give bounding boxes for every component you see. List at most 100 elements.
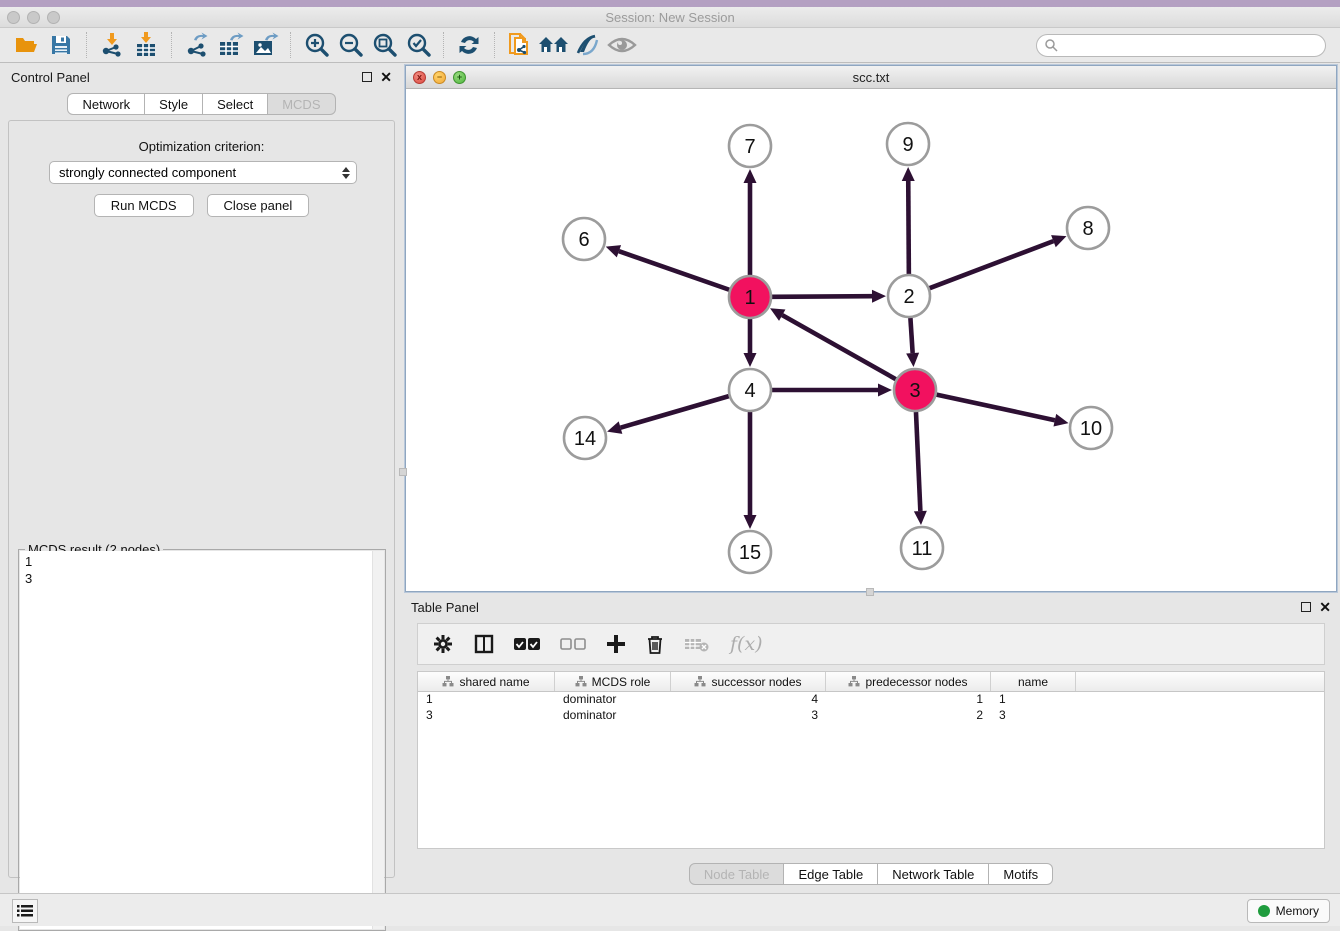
column-type-icon (848, 676, 860, 687)
tab-motifs[interactable]: Motifs (989, 863, 1053, 885)
float-table-panel-icon[interactable] (1301, 602, 1311, 612)
arrowhead-1-4 (744, 353, 757, 367)
network-window-titlebar[interactable]: x − + scc.txt (406, 66, 1336, 89)
export-table-icon[interactable] (214, 30, 248, 60)
cell-MCDS-role[interactable]: dominator (555, 692, 671, 708)
network-canvas[interactable]: 7968124314101511 (406, 89, 1336, 591)
memory-label: Memory (1276, 904, 1319, 918)
cell-name[interactable]: 3 (991, 708, 1076, 724)
open-session-icon[interactable] (10, 30, 44, 60)
cell-predecessor-nodes[interactable]: 2 (826, 708, 991, 724)
delete-column-icon[interactable] (684, 635, 710, 653)
close-panel-icon[interactable]: ✕ (380, 72, 392, 82)
column-header-shared-name[interactable]: shared name (418, 672, 555, 691)
node-label-9: 9 (902, 134, 913, 156)
column-header-predecessor-nodes[interactable]: predecessor nodes (826, 672, 991, 691)
edge-2-8[interactable] (930, 241, 1054, 288)
tab-select[interactable]: Select (203, 93, 268, 115)
table-tabs: Node TableEdge TableNetwork TableMotifs (405, 863, 1337, 885)
column-header-successor-nodes[interactable]: successor nodes (671, 672, 826, 691)
edge-3-11[interactable] (916, 412, 920, 511)
run-mcds-button[interactable]: Run MCDS (94, 194, 194, 217)
vertical-splitter-handle[interactable] (399, 468, 407, 476)
show-column-panel-icon[interactable] (474, 634, 494, 654)
memory-button[interactable]: Memory (1247, 899, 1330, 923)
zoom-fit-icon[interactable] (367, 30, 401, 60)
hide-selected-icon[interactable] (571, 30, 605, 60)
arrowhead-4-14 (607, 421, 622, 433)
app-titlebar: Session: New Session (0, 7, 1340, 28)
criterion-dropdown[interactable]: strongly connected component (49, 161, 357, 184)
edge-3-1[interactable] (782, 315, 896, 379)
edge-1-6[interactable] (619, 251, 729, 290)
select-all-icon[interactable] (514, 637, 540, 651)
list-icon (17, 904, 33, 918)
function-builder-icon: f(x) (730, 633, 763, 655)
zoom-out-icon[interactable] (333, 30, 367, 60)
cell-shared-name[interactable]: 3 (418, 708, 555, 724)
edge-3-10[interactable] (937, 395, 1055, 421)
arrowhead-2-8 (1051, 235, 1066, 247)
toolbar-separator (86, 32, 87, 58)
close-table-panel-icon[interactable]: ✕ (1319, 602, 1331, 612)
control-panel-title: Control Panel (11, 70, 90, 85)
deselect-all-icon[interactable] (560, 637, 586, 651)
arrowhead-3-10 (1053, 414, 1068, 427)
table-settings-icon[interactable] (432, 633, 454, 655)
tab-style[interactable]: Style (145, 93, 203, 115)
node-table: shared nameMCDS rolesuccessor nodesprede… (417, 671, 1325, 849)
float-panel-icon[interactable] (362, 72, 372, 82)
cell-MCDS-role[interactable]: dominator (555, 708, 671, 724)
cell-shared-name[interactable]: 1 (418, 692, 555, 708)
edge-2-3[interactable] (910, 318, 912, 353)
tab-edge-table[interactable]: Edge Table (784, 863, 878, 885)
cell-predecessor-nodes[interactable]: 1 (826, 692, 991, 708)
copy-network-icon[interactable] (503, 30, 537, 60)
save-session-icon[interactable] (44, 30, 78, 60)
tab-network-table[interactable]: Network Table (878, 863, 989, 885)
table-panel: Table Panel ✕ f(x) shared nameMCDS rol (405, 595, 1337, 890)
mcds-panel: Optimization criterion: strongly connect… (8, 120, 395, 878)
column-type-icon (694, 676, 706, 687)
add-row-icon[interactable] (606, 634, 626, 654)
tab-mcds[interactable]: MCDS (268, 93, 335, 115)
delete-row-icon[interactable] (646, 634, 664, 655)
close-panel-button[interactable]: Close panel (207, 194, 310, 217)
table-row[interactable]: 1dominator411 (418, 692, 1324, 708)
tab-network[interactable]: Network (67, 93, 145, 115)
cell-successor-nodes[interactable]: 3 (671, 708, 826, 724)
optimization-criterion-label: Optimization criterion: (9, 139, 394, 154)
task-history-button[interactable] (12, 899, 38, 923)
cell-successor-nodes[interactable]: 4 (671, 692, 826, 708)
export-network-icon[interactable] (180, 30, 214, 60)
edge-1-2[interactable] (772, 296, 872, 297)
window-title: Session: New Session (0, 10, 1340, 25)
zoom-in-icon[interactable] (299, 30, 333, 60)
first-neighbors-icon[interactable] (537, 30, 571, 60)
column-header-name[interactable]: name (991, 672, 1076, 691)
edge-2-9[interactable] (908, 181, 909, 274)
import-network-icon[interactable] (95, 30, 129, 60)
import-table-icon[interactable] (129, 30, 163, 60)
result-scrollbar[interactable] (372, 551, 384, 929)
tab-node-table[interactable]: Node Table (689, 863, 785, 885)
control-panel-tabs: NetworkStyleSelectMCDS (5, 93, 398, 115)
edge-4-14[interactable] (621, 396, 729, 428)
column-type-icon (442, 676, 454, 687)
table-panel-title: Table Panel (411, 600, 479, 615)
cell-name[interactable]: 1 (991, 692, 1076, 708)
search-input[interactable] (1058, 38, 1325, 52)
show-all-icon[interactable] (605, 30, 639, 60)
control-panel: Control Panel ✕ NetworkStyleSelectMCDS O… (5, 65, 398, 882)
main-toolbar (0, 28, 1340, 63)
column-header-MCDS-role[interactable]: MCDS role (555, 672, 671, 691)
zoom-selected-icon[interactable] (401, 30, 435, 60)
arrowhead-1-7 (744, 169, 757, 183)
export-image-icon[interactable] (248, 30, 282, 60)
table-row[interactable]: 3dominator323 (418, 708, 1324, 724)
arrowhead-4-3 (878, 384, 892, 397)
node-label-15: 15 (739, 542, 761, 564)
mcds-result-text[interactable]: 1 3 (20, 551, 384, 929)
search-box[interactable] (1036, 34, 1326, 57)
refresh-layout-icon[interactable] (452, 30, 486, 60)
